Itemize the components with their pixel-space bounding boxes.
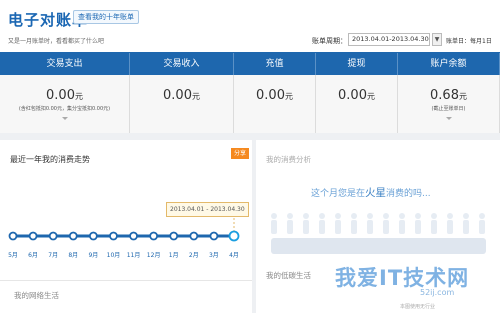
caret-down-icon[interactable] [61,117,68,120]
summary-amount: 0.00 [46,88,75,103]
summary-col-recharge[interactable]: 充值 0.00元 [234,53,316,133]
summary-col-expense[interactable]: 交易支出 0.00元 (含红包抵扣0.00元，集分宝抵扣0.00元) [0,53,130,133]
x-tick-label: 8月 [68,252,79,259]
summary-table: 交易支出 0.00元 (含红包抵扣0.00元，集分宝抵扣0.00元) 交易收入 … [0,52,500,133]
data-point[interactable] [28,231,38,241]
chevron-down-icon[interactable]: ▼ [432,33,442,46]
summary-amount: 0.00 [338,88,367,103]
page-subtitle: 又是一月账单时，看看都买了什么吧 [8,38,105,45]
x-tick-label: 1月 [168,252,179,259]
summary-unit: 元 [191,92,200,101]
x-tick-label: 11月 [126,252,141,259]
caret-down-icon[interactable] [445,117,452,120]
summary-note: (含红包抵扣0.00元，集分宝抵扣0.00元) [18,106,111,112]
summary-label: 交易收入 [130,53,234,75]
x-tick-label: 2月 [188,252,199,259]
summary-col-withdraw[interactable]: 提现 0.00元 [316,53,398,133]
watermark-note: 本图使用无行业 [400,304,436,310]
data-point[interactable] [228,230,240,242]
data-point[interactable] [68,231,78,241]
mars-prefix: 这个月您是在 [311,189,366,199]
consume-title: 我的消费分析 [266,155,311,164]
data-point[interactable] [129,231,138,241]
summary-col-balance[interactable]: 账户余额 0.68元 (截止至账单日) [398,53,500,133]
data-point[interactable] [48,231,58,241]
data-point[interactable] [189,231,199,241]
summary-amount: 0.68 [430,88,459,103]
header-bar: 电子对账单 查看我的十年账单 又是一月账单时，看看都买了什么吧 账单周期： 20… [0,0,500,52]
chart-tooltip: 2013.04.01 - 2013.04.30 [166,202,249,217]
bill-day: 账单日：每月1日 [446,38,492,45]
summary-amount: 0.00 [256,88,285,103]
summary-unit: 元 [366,92,375,101]
x-tick-label: 3月 [208,252,219,259]
period-select[interactable]: 2013.04.01-2013.04.30 [348,33,430,46]
data-point[interactable] [88,231,98,241]
x-tick-label: 7月 [48,252,59,259]
summary-label: 提现 [316,53,398,75]
crowd-silhouette-icon [271,213,486,254]
data-point[interactable] [8,231,18,241]
data-point[interactable] [149,231,159,241]
x-tick-label: 10月 [106,252,121,259]
x-tick-label: 12月 [146,252,161,259]
mars-suffix: 消费的吗... [386,189,431,199]
trend-panel: 最近一年我的消费走势 分享 2013.04.01 - 2013.04.30 5月… [0,140,252,313]
summary-label: 交易支出 [0,53,130,75]
watermark-url: 52ij.com [420,288,455,297]
x-tick-label: 5月 [8,252,18,259]
x-tick-label: 4月 [229,252,239,259]
data-point[interactable] [109,231,118,241]
x-tick-label: 9月 [88,252,99,259]
net-life-title: 我的网络生活 [14,291,59,300]
summary-label: 充值 [234,53,316,75]
summary-note: (截止至账单日) [431,106,466,112]
summary-unit: 元 [458,92,467,101]
data-point[interactable] [209,231,219,241]
summary-label: 账户余额 [398,53,500,75]
summary-unit: 元 [74,92,83,101]
mars-message: 这个月您是在火星消费的吗... [311,185,431,200]
low-carbon-title: 我的低碳生活 [266,271,311,280]
mars-word: 火星 [365,187,387,199]
divider [0,280,252,281]
summary-col-income[interactable]: 交易收入 0.00元 [130,53,234,133]
x-tick-label: 6月 [28,252,38,259]
data-point[interactable] [169,231,179,241]
summary-amount: 0.00 [163,88,192,103]
summary-unit: 元 [284,92,293,101]
ten-year-bill-link[interactable]: 查看我的十年账单 [73,10,139,24]
period-label: 账单周期： [312,37,347,45]
